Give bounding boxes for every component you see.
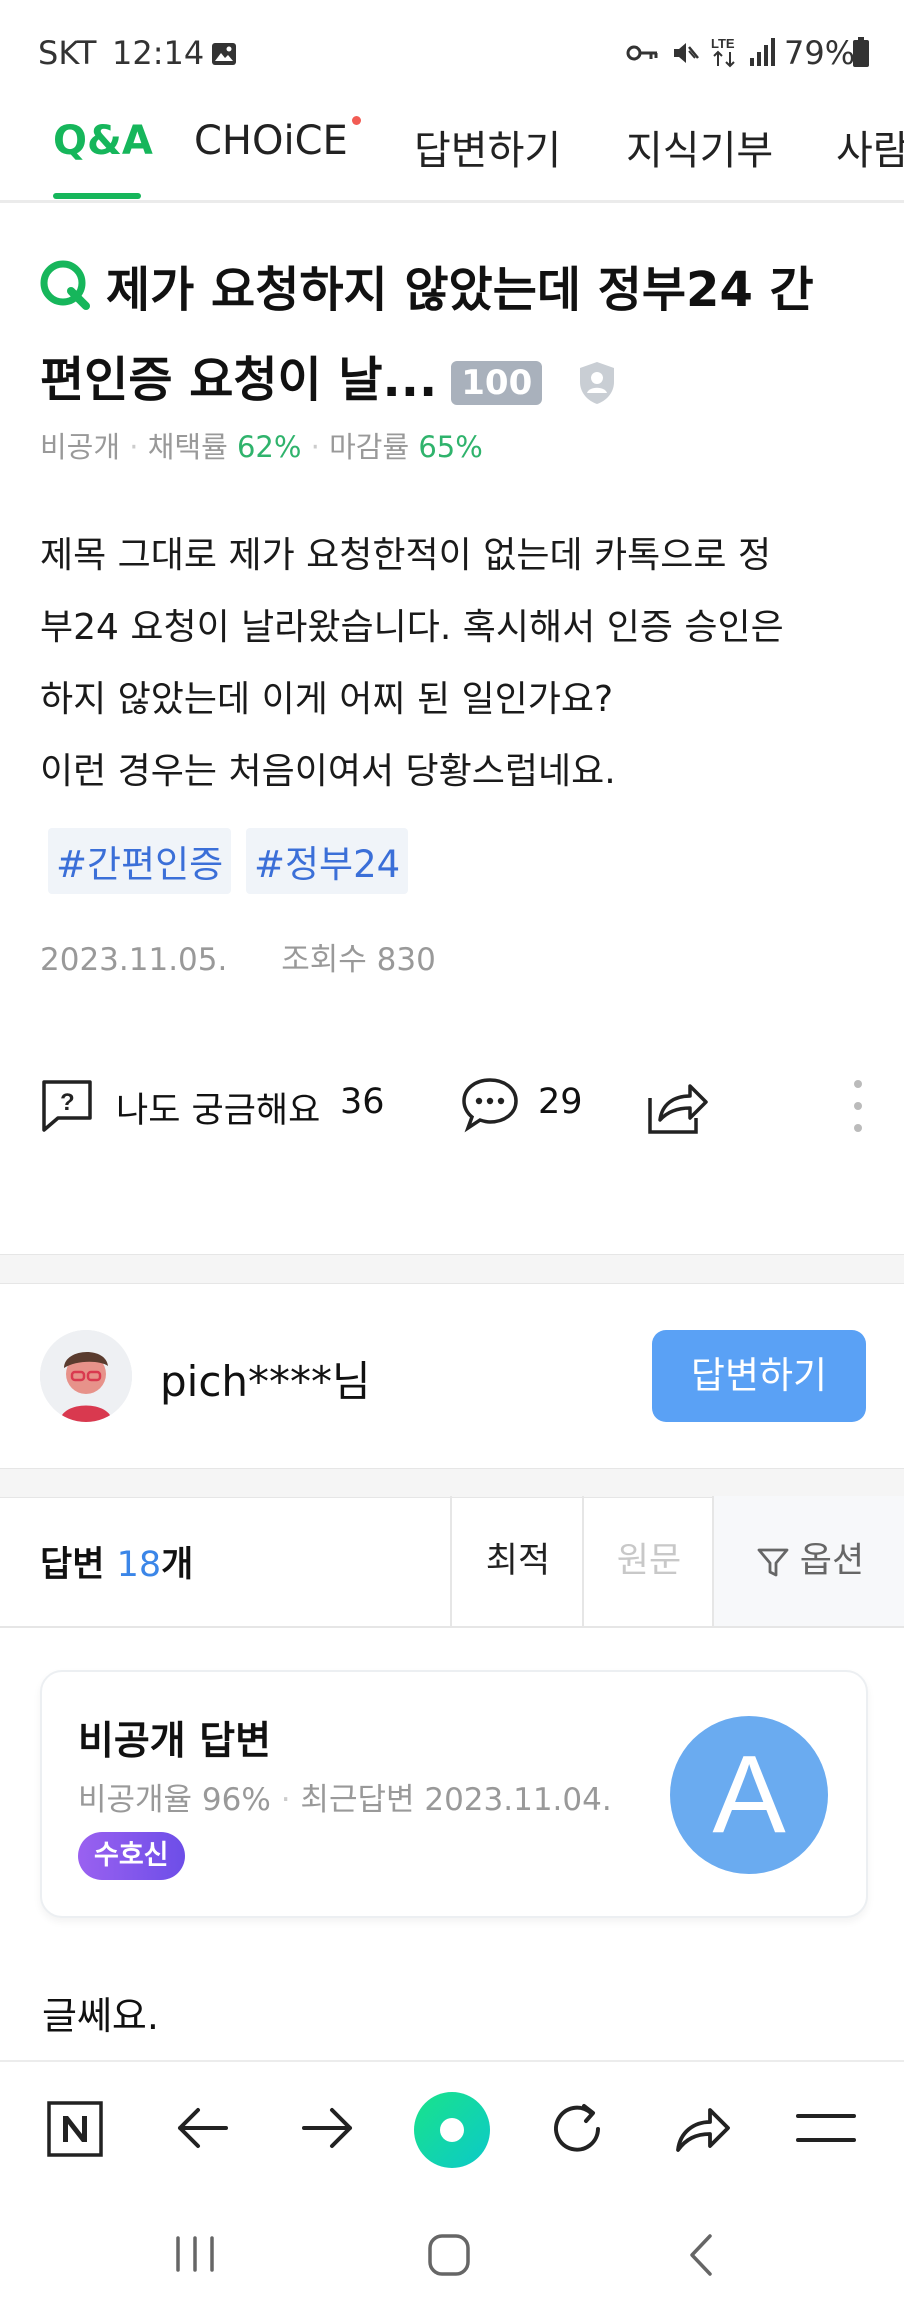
answer-card-title: 비공개 답변 xyxy=(78,1719,271,1764)
guardian-badge: 수호신 xyxy=(78,1832,185,1880)
question-title-line1: 제가 요청하지 않았는데 정부24 간 xyxy=(106,262,814,318)
signal-icon xyxy=(750,38,775,66)
naver-green-dot-icon[interactable] xyxy=(412,2090,492,2170)
forward-arrow-icon[interactable] xyxy=(300,2104,356,2152)
answerer-avatar: A xyxy=(670,1716,828,1874)
private-rate: 비공개율 96% xyxy=(78,1782,271,1818)
question-title-line2: 편인증 요청이 날... xyxy=(40,352,438,408)
question-body: 제목 그대로 제가 요청한적이 없는데 카톡으로 정 부24 요청이 날라왔습니… xyxy=(40,520,880,808)
shield-icon xyxy=(579,362,614,404)
privacy-label: 비공개 xyxy=(40,430,121,464)
recent-apps-icon[interactable] xyxy=(172,2234,218,2274)
sort-best-button[interactable]: 최적 xyxy=(450,1496,584,1626)
tab-knowledge-donation[interactable]: 지식기부 xyxy=(626,118,773,176)
views-count: 830 xyxy=(376,942,436,978)
system-nav-bar xyxy=(0,2190,904,2316)
question-date: 2023.11.05. xyxy=(40,942,228,978)
tab-qna[interactable]: Q&A xyxy=(53,118,153,164)
question-body-line: 부24 요청이 날라왔습니다. 혹시해서 인증 승인은 xyxy=(40,607,784,648)
write-answer-button[interactable]: 답변하기 xyxy=(652,1330,866,1422)
home-icon[interactable] xyxy=(426,2232,472,2278)
options-label: 옵션 xyxy=(799,1541,865,1581)
question-meta: 비공개 · 채택률 62% · 마감률 65% xyxy=(40,430,483,464)
answers-header: 답변 18개 최적 원문 옵션 xyxy=(0,1496,904,1628)
new-dot-badge xyxy=(352,116,361,125)
question-body-line: 이런 경우는 처음이여서 당황스럽네요. xyxy=(40,751,616,792)
avatar xyxy=(40,1330,132,1422)
answer-count: 답변 18개 xyxy=(40,1536,193,1587)
battery-icon xyxy=(853,37,869,67)
clock-time: 12:14 xyxy=(112,34,205,72)
top-tab-bar: Q&A CHOiCE 답변하기 지식기부 사람 xyxy=(0,100,904,203)
answer-card-meta: 비공개율 96% · 최근답변 2023.11.04. xyxy=(78,1782,612,1818)
curious-icon[interactable]: ? xyxy=(40,1078,94,1136)
lte-icon: LTE xyxy=(711,36,735,68)
current-user-name: pich****님 xyxy=(160,1357,371,1406)
options-button[interactable]: 옵션 xyxy=(712,1496,904,1626)
tab-people[interactable]: 사람 xyxy=(836,118,904,176)
question-actions: ? 나도 궁금해요 36 29 xyxy=(0,1070,904,1150)
comment-count: 29 xyxy=(538,1082,583,1122)
share-icon[interactable] xyxy=(646,1076,710,1136)
close-rate-label: 마감률 xyxy=(329,430,410,464)
tab-choice[interactable]: CHOiCE xyxy=(194,118,348,164)
question-title-line2-wrap: 편인증 요청이 날... 100 xyxy=(40,335,880,425)
points-badge: 100 xyxy=(451,361,543,405)
more-options-icon[interactable] xyxy=(852,1076,864,1136)
svg-text:?: ? xyxy=(60,1089,75,1116)
tab-answer[interactable]: 답변하기 xyxy=(414,118,561,176)
recent-answer-date: 최근답변 2023.11.04. xyxy=(300,1782,612,1818)
adopt-rate-label: 채택률 xyxy=(147,430,228,464)
carrier-label: SKT xyxy=(38,34,97,72)
adopt-rate-value: 62% xyxy=(236,430,302,464)
system-back-icon[interactable] xyxy=(686,2232,716,2278)
share-arrow-icon[interactable] xyxy=(672,2102,732,2156)
answer-text: 글쎄요. xyxy=(42,1994,159,2038)
image-icon xyxy=(212,43,236,65)
answer-count-prefix: 답변 xyxy=(40,1545,105,1585)
answer-card[interactable]: 비공개 답변 비공개율 96% · 최근답변 2023.11.04. 수호신 A xyxy=(40,1670,868,1918)
user-avatar-icon xyxy=(40,1330,132,1422)
naver-home-icon[interactable] xyxy=(46,2100,104,2158)
comment-icon[interactable] xyxy=(460,1076,520,1134)
tag-gov24[interactable]: #정부24 xyxy=(246,828,409,894)
battery-percent: 79% xyxy=(784,34,856,72)
answer-count-suffix: 개 xyxy=(161,1545,194,1585)
section-divider xyxy=(0,1468,904,1498)
filter-icon xyxy=(757,1548,789,1577)
key-icon xyxy=(626,45,658,61)
close-rate-value: 65% xyxy=(418,430,483,464)
curious-count: 36 xyxy=(340,1082,385,1122)
sort-original-button[interactable]: 원문 xyxy=(582,1496,714,1626)
browser-toolbar xyxy=(0,2060,904,2192)
menu-icon[interactable] xyxy=(796,2108,856,2148)
section-divider xyxy=(0,1254,904,1284)
question-date-row: 2023.11.05. 조회수 830 xyxy=(40,934,436,979)
views-label: 조회수 xyxy=(281,942,367,978)
mute-icon xyxy=(674,43,699,63)
active-tab-indicator xyxy=(53,193,141,199)
question-body-line: 하지 않았는데 이게 어찌 된 일인가요? xyxy=(40,679,614,720)
question-body-line: 제목 그대로 제가 요청한적이 없는데 카톡으로 정 xyxy=(40,535,772,576)
status-bar: SKT 12:14 LTE 79% xyxy=(0,0,904,100)
question-title: 제가 요청하지 않았는데 정부24 간 편인증 요청이 날... 100 xyxy=(40,245,880,425)
back-arrow-icon[interactable] xyxy=(174,2104,230,2152)
answer-count-number: 18 xyxy=(116,1545,162,1585)
curious-label[interactable]: 나도 궁금해요 xyxy=(116,1082,320,1133)
refresh-icon[interactable] xyxy=(548,2100,606,2158)
svg-text:LTE: LTE xyxy=(711,36,735,51)
tag-simple-auth[interactable]: #간편인증 xyxy=(48,828,232,894)
